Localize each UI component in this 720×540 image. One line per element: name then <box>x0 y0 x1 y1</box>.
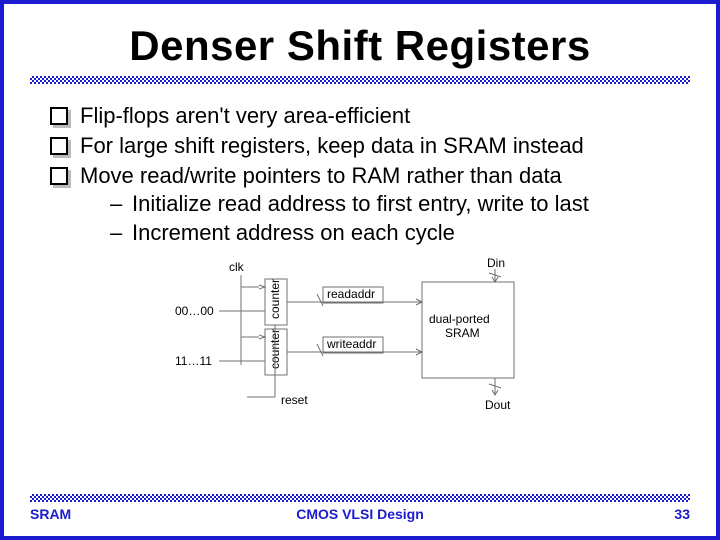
sub-bullet-item: Initialize read address to first entry, … <box>110 190 684 218</box>
footer-right: 33 <box>470 506 690 522</box>
bullet-item: Move read/write pointers to RAM rather t… <box>50 162 684 246</box>
bullet-list: Flip-flops aren't very area-efficient Fo… <box>50 102 684 247</box>
init2-label: 11…11 <box>175 354 212 368</box>
content-area: Flip-flops aren't very area-efficient Fo… <box>50 102 684 427</box>
slide: Denser Shift Registers Flip-flops aren't… <box>0 0 720 540</box>
footer-row: SRAM CMOS VLSI Design 33 <box>30 506 690 522</box>
bullet-text: Flip-flops aren't very area-efficient <box>80 103 410 128</box>
page-title: Denser Shift Registers <box>24 22 696 70</box>
din-label: Din <box>487 257 505 270</box>
bullet-item: Flip-flops aren't very area-efficient <box>50 102 684 130</box>
sub-bullet-text: Increment address on each cycle <box>132 220 455 245</box>
footer-center: CMOS VLSI Design <box>250 506 470 522</box>
footer: SRAM CMOS VLSI Design 33 <box>18 494 702 522</box>
block-diagram: clk counter counter 00…00 11…11 <box>167 257 567 427</box>
footer-rule <box>30 494 690 502</box>
bullet-text: Move read/write pointers to RAM rather t… <box>80 163 562 188</box>
readaddr-label: readaddr <box>327 287 375 301</box>
clk-label: clk <box>229 260 245 274</box>
sub-bullet-item: Increment address on each cycle <box>110 219 684 247</box>
sram-label-1: dual-ported <box>429 312 490 326</box>
bullet-item: For large shift registers, keep data in … <box>50 132 684 160</box>
sram-label-2: SRAM <box>445 326 480 340</box>
counter1-label: counter <box>268 279 282 319</box>
sub-bullet-list: Initialize read address to first entry, … <box>110 190 684 246</box>
dout-label: Dout <box>485 398 511 412</box>
title-rule <box>30 76 690 84</box>
writeaddr-label: writeaddr <box>326 337 376 351</box>
bullet-text: For large shift registers, keep data in … <box>80 133 584 158</box>
init1-label: 00…00 <box>175 304 214 318</box>
sub-bullet-text: Initialize read address to first entry, … <box>132 191 589 216</box>
reset-label: reset <box>281 393 308 407</box>
footer-left: SRAM <box>30 506 250 522</box>
